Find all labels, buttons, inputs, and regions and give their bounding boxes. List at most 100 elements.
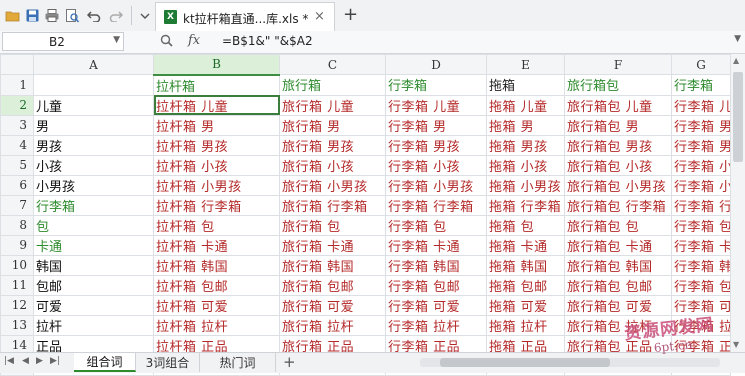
add-sheet-button[interactable]: + <box>283 353 296 371</box>
cell[interactable]: 行李箱 行 <box>671 194 731 216</box>
cell-a[interactable]: 男孩 <box>33 134 154 156</box>
cell[interactable]: 拉杆箱 <box>153 74 280 96</box>
cell[interactable]: 拖箱 拉杆 <box>486 314 565 336</box>
column-header-g[interactable]: G <box>671 54 731 75</box>
cell[interactable]: 拖箱 卡通 <box>486 234 565 256</box>
cell-a[interactable] <box>33 74 154 96</box>
undo-icon[interactable] <box>86 8 102 23</box>
cell[interactable]: 行李箱 包 <box>671 274 731 296</box>
cell[interactable]: 旅行箱包 卡通 <box>564 234 672 256</box>
cell[interactable]: 行李箱 包 <box>385 214 487 236</box>
cell[interactable]: 拖箱 小孩 <box>486 154 565 176</box>
cell[interactable]: 行李箱 男 <box>385 114 487 136</box>
cell[interactable]: 旅行箱 拉杆 <box>279 314 386 336</box>
cell[interactable]: 旅行箱 可爱 <box>279 294 386 316</box>
cell[interactable]: 旅行箱 男孩 <box>279 134 386 156</box>
scrollbar-thumb[interactable] <box>733 72 743 162</box>
cell[interactable]: 行李箱 包 <box>671 214 731 236</box>
cell[interactable]: 旅行箱 卡通 <box>279 234 386 256</box>
cell[interactable]: 拖箱 包邮 <box>486 274 565 296</box>
print-icon[interactable] <box>44 8 60 23</box>
cell[interactable]: 行李箱 男 <box>671 134 731 156</box>
sheet-tab-combo-words[interactable]: 组合词 <box>74 353 136 372</box>
row-header[interactable]: 5 <box>0 154 34 176</box>
cell[interactable]: 行李箱 小 <box>671 174 731 196</box>
cell[interactable]: 旅行箱包 可爱 <box>564 294 672 316</box>
column-header-d[interactable]: D <box>385 54 487 75</box>
sheet-tab-hot-words[interactable]: 热门词 <box>200 353 276 372</box>
row-header[interactable]: 12 <box>0 294 34 316</box>
column-header-e[interactable]: E <box>486 54 565 75</box>
cell[interactable]: 旅行箱包 小男孩 <box>564 174 672 196</box>
cell[interactable]: 行李箱 卡通 <box>385 234 487 256</box>
cell[interactable]: 旅行箱包 儿童 <box>564 94 672 116</box>
cell[interactable]: 旅行箱包 行李箱 <box>564 194 672 216</box>
cell[interactable]: 旅行箱 男 <box>279 114 386 136</box>
cell[interactable]: 拉杆箱 可爱 <box>153 294 280 316</box>
column-header-b[interactable]: B <box>153 54 280 76</box>
row-header[interactable]: 2 <box>0 94 34 116</box>
cell[interactable]: 行李箱 儿 <box>671 94 731 116</box>
cell[interactable]: 行李箱 韩国 <box>385 254 487 276</box>
cell[interactable]: 拉杆箱 行李箱 <box>153 194 280 216</box>
scroll-up-icon[interactable]: ▲ <box>733 56 739 65</box>
sheet-tab-three-word-combo[interactable]: 3词组合 <box>136 353 200 372</box>
cell[interactable]: 旅行箱 小男孩 <box>279 174 386 196</box>
row-header[interactable]: 13 <box>0 314 34 336</box>
cell[interactable]: 旅行箱 韩国 <box>279 254 386 276</box>
row-header[interactable]: 6 <box>0 174 34 196</box>
cell[interactable]: 拉杆箱 拉杆 <box>153 314 280 336</box>
cell[interactable]: 拖箱 可爱 <box>486 294 565 316</box>
cell[interactable]: 旅行箱包 小孩 <box>564 154 672 176</box>
cell[interactable]: 拉杆箱 包 <box>153 214 280 236</box>
cell[interactable]: 行李箱 小 <box>671 154 731 176</box>
cell[interactable]: 拖箱 男孩 <box>486 134 565 156</box>
cell[interactable]: 拖箱 <box>486 74 565 96</box>
cell-a[interactable]: 可爱 <box>33 294 154 316</box>
cell-a[interactable]: 男 <box>33 114 154 136</box>
name-box[interactable]: B2 ▼ <box>2 32 124 51</box>
select-all-corner[interactable] <box>0 54 34 75</box>
cell[interactable]: 旅行箱 包 <box>279 214 386 236</box>
cell[interactable]: 拖箱 小男孩 <box>486 174 565 196</box>
cell[interactable]: 旅行箱 小孩 <box>279 154 386 176</box>
cell-a[interactable]: 包 <box>33 214 154 236</box>
column-header-c[interactable]: C <box>279 54 386 75</box>
next-sheet-icon[interactable]: ▶ <box>36 356 43 366</box>
expand-formula-icon[interactable]: ▼ <box>734 34 741 44</box>
search-icon[interactable] <box>160 34 173 50</box>
prev-sheet-icon[interactable]: ◀ <box>22 356 29 366</box>
cell[interactable]: 拉杆箱 小孩 <box>153 154 280 176</box>
row-header[interactable]: 1 <box>0 74 34 96</box>
row-header[interactable]: 9 <box>0 234 34 256</box>
cell[interactable]: 行李箱 男 <box>671 114 731 136</box>
cell[interactable]: 旅行箱包 男 <box>564 114 672 136</box>
cell[interactable]: 旅行箱包 <box>564 74 672 96</box>
cell[interactable]: 拖箱 包 <box>486 214 565 236</box>
cell[interactable]: 行李箱 韩 <box>671 254 731 276</box>
cell[interactable]: 行李箱 小孩 <box>385 154 487 176</box>
active-cell[interactable]: 拉杆箱 儿童 <box>153 94 280 116</box>
insert-function-button[interactable]: fx <box>188 33 200 48</box>
cell[interactable]: 拖箱 韩国 <box>486 254 565 276</box>
row-header[interactable]: 3 <box>0 114 34 136</box>
cell-a[interactable]: 行李箱 <box>33 194 154 216</box>
cell[interactable]: 拉杆箱 男孩 <box>153 134 280 156</box>
column-header-f[interactable]: F <box>564 54 672 75</box>
cell[interactable]: 行李箱 包邮 <box>385 274 487 296</box>
cell[interactable]: 行李箱 <box>385 74 487 96</box>
cell[interactable]: 拖箱 男 <box>486 114 565 136</box>
cell[interactable]: 拉杆箱 男 <box>153 114 280 136</box>
cell-a[interactable]: 拉杆 <box>33 314 154 336</box>
cell[interactable]: 拖箱 儿童 <box>486 94 565 116</box>
row-header[interactable]: 11 <box>0 274 34 296</box>
cell[interactable]: 行李箱 小男孩 <box>385 174 487 196</box>
close-icon[interactable]: × <box>314 9 325 24</box>
cell[interactable]: 拉杆箱 小男孩 <box>153 174 280 196</box>
chevron-down-icon[interactable]: ▼ <box>113 35 120 45</box>
formula-input[interactable]: =B$1&" "&$A2 <box>222 32 722 51</box>
cell[interactable]: 行李箱 行李箱 <box>385 194 487 216</box>
cell-a[interactable]: 韩国 <box>33 254 154 276</box>
cell[interactable]: 拖箱 行李箱 <box>486 194 565 216</box>
save-icon[interactable] <box>24 8 40 23</box>
